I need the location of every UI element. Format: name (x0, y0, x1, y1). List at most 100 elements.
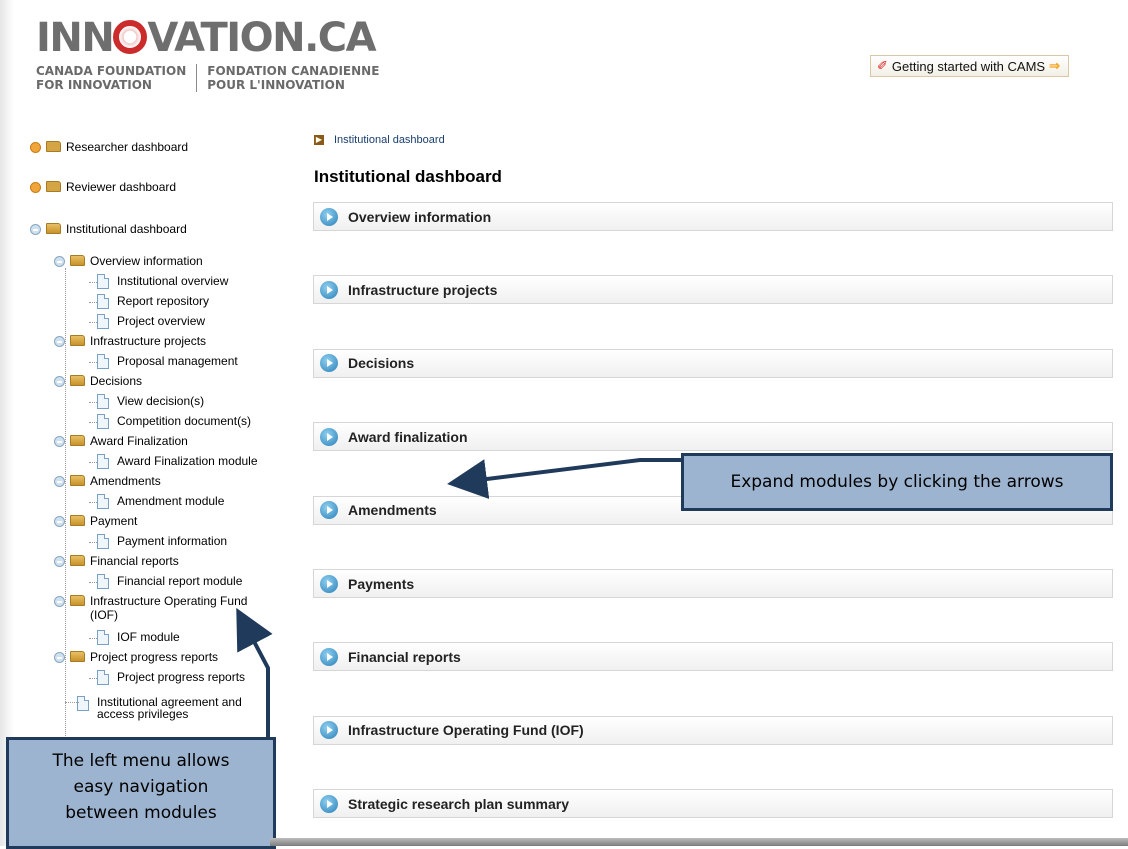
sidebar-leaf-label: Amendment module (117, 494, 225, 508)
sidebar-leaf[interactable]: Amendment module (97, 494, 224, 509)
expand-toggle-icon[interactable] (30, 142, 41, 153)
sidebar-group-label: Overview information (90, 254, 203, 268)
open-folder-icon (70, 435, 85, 446)
sidebar-item-label: Researcher dashboard (66, 140, 189, 154)
collapse-toggle-icon[interactable] (54, 436, 65, 447)
sidebar-group-1[interactable]: Infrastructure projects (54, 334, 206, 348)
collapse-toggle-icon[interactable] (54, 652, 65, 663)
sidebar-item-reviewer[interactable]: Reviewer dashboard (30, 180, 176, 194)
sidebar-item-researcher[interactable]: Researcher dashboard (30, 140, 188, 154)
collapse-toggle-icon[interactable] (54, 476, 65, 487)
module-section[interactable]: Award finalization (313, 422, 1113, 452)
sidebar-item-label: Institutional dashboard (66, 222, 187, 236)
collapse-toggle-icon[interactable] (54, 336, 65, 347)
open-folder-icon (70, 515, 85, 526)
sidebar-item-agreement[interactable]: Institutional agreement and access privil… (77, 696, 242, 720)
collapse-toggle-icon[interactable] (54, 256, 65, 267)
sidebar-group-0[interactable]: Overview information (54, 254, 203, 268)
folder-icon (46, 181, 61, 192)
sidebar-leaf-label: Competition document(s) (117, 414, 252, 428)
module-section[interactable]: Infrastructure projects (313, 275, 1113, 305)
sidebar-group-5[interactable]: Payment (54, 514, 137, 528)
sidebar-item-label: Reviewer dashboard (66, 180, 177, 194)
module-section[interactable]: Financial reports (313, 642, 1113, 672)
sidebar-leaf[interactable]: Report repository (97, 294, 209, 309)
expand-arrow-icon[interactable] (320, 721, 338, 740)
module-section[interactable]: Overview information (313, 202, 1113, 231)
sidebar-group-label: Payment (90, 514, 138, 528)
sidebar-leaf[interactable]: Competition document(s) (97, 414, 251, 429)
section-label: Infrastructure Operating Fund (IOF) (348, 722, 584, 739)
section-label: Award finalization (348, 428, 468, 445)
sidebar-leaf-label: Payment information (117, 534, 228, 548)
sidebar-group-6[interactable]: Financial reports (54, 554, 179, 568)
sidebar-group-2[interactable]: Decisions (54, 374, 142, 388)
logo-swirl-icon (113, 20, 148, 54)
document-icon (97, 414, 109, 429)
sidebar-group-label: Decisions (90, 374, 143, 388)
document-icon (97, 670, 109, 685)
innovation-logo[interactable]: INN VATION.CA CANADA FOUNDATION FOR INNOVA… (36, 18, 379, 92)
document-icon (97, 354, 109, 369)
module-section[interactable]: Payments (313, 569, 1113, 598)
getting-started-button[interactable]: ✐ Getting started with CAMS ⇒ (870, 55, 1069, 77)
page-title: Institutional dashboard (314, 167, 502, 186)
module-section[interactable]: Infrastructure Operating Fund (IOF) (313, 715, 1113, 745)
sidebar-leaf[interactable]: Project progress reports (97, 670, 245, 685)
sidebar-leaf[interactable]: Payment information (97, 534, 227, 549)
open-folder-icon (70, 595, 85, 606)
collapse-toggle-icon[interactable] (54, 376, 65, 387)
document-icon (97, 574, 109, 589)
open-folder-icon (70, 335, 85, 346)
section-label: Overview information (348, 208, 492, 225)
breadcrumb-link[interactable]: Institutional dashboard (334, 134, 445, 146)
expand-toggle-icon[interactable] (30, 182, 41, 193)
collapse-toggle-icon[interactable] (54, 516, 65, 527)
expand-arrow-icon[interactable] (320, 501, 338, 520)
section-label: Infrastructure projects (348, 281, 498, 298)
getting-started-label: Getting started with CAMS (891, 58, 1046, 74)
folder-icon (46, 141, 61, 152)
breadcrumb: ▶ Institutional dashboard (314, 134, 445, 146)
sidebar-leaf-label: Proposal management (117, 354, 238, 368)
sidebar-leaf[interactable]: Project overview (97, 314, 205, 329)
expand-arrow-icon[interactable] (320, 647, 338, 666)
expand-arrow-icon[interactable] (320, 794, 338, 813)
sidebar-leaf-label: Project overview (117, 314, 206, 328)
sidebar-item-label: Institutional agreement and access privil… (97, 695, 242, 721)
sidebar-leaf[interactable]: View decision(s) (97, 394, 204, 409)
expand-arrow-icon[interactable] (320, 354, 338, 373)
sidebar-group-4[interactable]: Amendments (54, 474, 161, 488)
section-label: Amendments (348, 502, 437, 519)
sidebar-group-label: Amendments (90, 474, 161, 488)
document-icon (77, 696, 89, 711)
arrow-right-icon: ⇒ (1049, 58, 1060, 73)
expand-arrow-icon[interactable] (320, 427, 338, 446)
sidebar-leaf-label: Financial report module (117, 574, 243, 588)
sidebar-group-3[interactable]: Award Finalization (54, 434, 188, 448)
collapse-toggle-icon[interactable] (30, 224, 41, 235)
document-icon (97, 394, 109, 409)
sidebar-leaf[interactable]: Institutional overview (97, 274, 228, 289)
sidebar-leaf-label: Project progress reports (117, 670, 246, 684)
sidebar-leaf[interactable]: IOF module (97, 630, 180, 645)
expand-arrow-icon[interactable] (320, 574, 338, 593)
left-menu-callout: The left menu allows easy navigation bet… (6, 737, 276, 849)
sidebar-group-7[interactable]: Infrastructure Operating Fund (IOF) (54, 594, 247, 622)
sidebar-leaf[interactable]: Financial report module (97, 574, 242, 589)
expand-arrow-icon[interactable] (320, 280, 338, 299)
sidebar-leaf[interactable]: Proposal management (97, 354, 238, 369)
sidebar-leaf-label: Institutional overview (117, 274, 229, 288)
module-section[interactable]: Strategic research plan summary (313, 789, 1113, 819)
sidebar-leaf[interactable]: Award Finalization module (97, 454, 258, 469)
sidebar-group-8[interactable]: Project progress reports (54, 650, 218, 664)
document-icon (97, 274, 109, 289)
collapse-toggle-icon[interactable] (54, 596, 65, 607)
sidebar-leaf-label: Award Finalization module (117, 454, 258, 468)
sidebar-leaf-label: Report repository (117, 294, 210, 308)
open-folder-icon (46, 223, 61, 234)
expand-arrow-icon[interactable] (320, 207, 338, 226)
sidebar-item-institutional[interactable]: Institutional dashboard (30, 222, 187, 236)
collapse-toggle-icon[interactable] (54, 556, 65, 567)
module-section[interactable]: Decisions (313, 348, 1113, 378)
